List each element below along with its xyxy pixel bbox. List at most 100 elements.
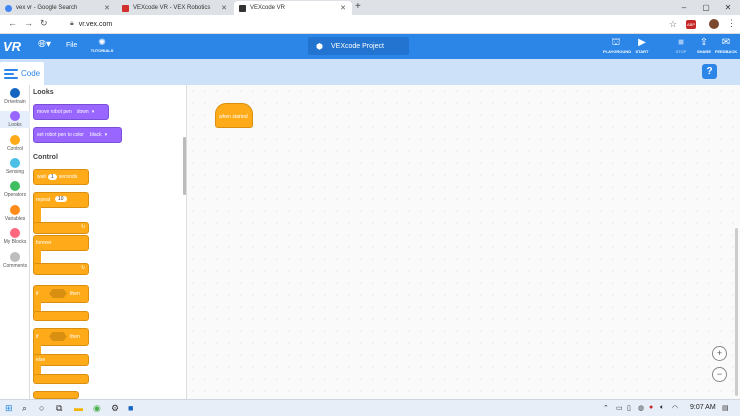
- block-label: else: [36, 357, 46, 363]
- move-robot-pen-block[interactable]: move robot pen down ▾: [33, 104, 109, 120]
- close-icon[interactable]: ✕: [340, 4, 346, 12]
- tab-google-search[interactable]: vex vr - Google Search ✕: [0, 1, 116, 15]
- hexagon-icon: ⬢: [316, 41, 323, 51]
- playground-label: PLAYGROUND: [603, 49, 632, 54]
- zoom-out-button[interactable]: −: [712, 367, 727, 382]
- tab-title: VEXcode VR: [250, 5, 286, 11]
- wait-block[interactable]: wait 1 seconds: [33, 169, 89, 185]
- notes-icon[interactable]: ▭: [616, 404, 623, 412]
- condition-slot[interactable]: [49, 289, 67, 298]
- tutorials-label: TUTORIALS: [90, 48, 114, 53]
- control-dot-icon: [10, 135, 20, 145]
- wait-seconds-input[interactable]: 1: [47, 174, 57, 180]
- zoom-in-icon: +: [716, 348, 723, 358]
- clock[interactable]: 9:07 AM: [690, 404, 716, 411]
- playground-icon: ⛫: [611, 37, 621, 48]
- cortana-icon[interactable]: ○: [39, 403, 44, 413]
- task-view-icon[interactable]: ⧉: [56, 403, 62, 414]
- back-icon[interactable]: ←: [8, 18, 17, 28]
- feedback-button[interactable]: ✉ FEEDBACK: [714, 37, 738, 54]
- vr-logo: VR: [3, 39, 22, 54]
- notifications-icon[interactable]: ▤: [722, 404, 729, 412]
- repeat-count-input[interactable]: 10: [55, 196, 67, 202]
- close-icon[interactable]: ✕: [104, 4, 110, 12]
- tab-code[interactable]: Code: [0, 62, 44, 85]
- zoom-in-button[interactable]: +: [712, 346, 727, 361]
- category-drivetrain[interactable]: Drivetrain: [0, 88, 30, 105]
- set-pen-color-block[interactable]: set robot pen to color black ▾: [33, 127, 122, 143]
- palette-scrollbar[interactable]: [183, 137, 186, 195]
- category-operators[interactable]: Operators: [0, 181, 30, 198]
- new-tab-button[interactable]: +: [355, 1, 361, 12]
- chevron-up-icon[interactable]: ⌃: [603, 404, 609, 412]
- tab-vex-robotics[interactable]: VEXcode VR - VEX Robotics ✕: [117, 1, 233, 15]
- url-field[interactable]: 🔒︎ vr.vex.com: [66, 17, 686, 31]
- workspace-scrollbar[interactable]: [735, 228, 738, 396]
- app-header: VR 🌐︎▾ File ✺ TUTORIALS ⬢ VEXcode Projec…: [0, 34, 740, 59]
- pen-color-dropdown[interactable]: black: [90, 132, 102, 138]
- code-blocks-icon: [4, 68, 18, 79]
- project-name-field[interactable]: ⬢ VEXcode Project: [308, 37, 409, 55]
- avatar[interactable]: [709, 19, 719, 29]
- settings-gear-icon[interactable]: ⚙: [111, 403, 119, 414]
- tab-vexcode-vr[interactable]: VEXcode VR ✕: [234, 1, 352, 15]
- loop-arrow-icon: ↻: [81, 224, 86, 230]
- condition-slot[interactable]: [49, 332, 67, 341]
- volume-icon[interactable]: 🔈︎: [660, 404, 664, 412]
- lock-icon: 🔒︎: [70, 20, 74, 27]
- file-menu[interactable]: File: [66, 42, 77, 49]
- close-window-button[interactable]: ✕: [714, 0, 740, 15]
- forever-block[interactable]: forever ↻: [33, 235, 89, 275]
- category-label: Operators: [3, 192, 27, 198]
- operators-dot-icon: [10, 181, 20, 191]
- chrome-icon[interactable]: ◉: [93, 403, 101, 414]
- battery-icon[interactable]: ▯: [627, 404, 631, 412]
- playground-button[interactable]: ⛫ PLAYGROUND: [603, 37, 632, 54]
- reload-icon[interactable]: ↻: [40, 18, 48, 29]
- editor-toolbar: Code ?: [0, 59, 740, 85]
- forward-icon[interactable]: →: [24, 18, 33, 28]
- when-started-block[interactable]: when started: [215, 103, 253, 128]
- category-comments[interactable]: Comments: [0, 252, 30, 269]
- if-then-block[interactable]: if then: [33, 285, 89, 321]
- stop-button[interactable]: ■ STOP: [672, 37, 690, 54]
- variables-dot-icon: [10, 205, 20, 215]
- block-label: forever: [36, 240, 52, 246]
- app-icon[interactable]: ■: [128, 403, 133, 413]
- code-workspace[interactable]: [187, 85, 740, 399]
- network-icon[interactable]: ◍: [638, 404, 644, 412]
- tab-title: vex vr - Google Search: [16, 5, 78, 11]
- category-label: Drivetrain: [4, 99, 26, 105]
- adblock-extension-icon[interactable]: ABP: [686, 20, 696, 29]
- globe-icon[interactable]: 🌐︎▾: [38, 39, 51, 50]
- menu-icon[interactable]: ⋮: [727, 18, 736, 29]
- block-label: wait: [37, 174, 46, 180]
- category-label: Variables: [4, 216, 26, 222]
- star-icon[interactable]: ☆: [669, 19, 677, 30]
- zoom-out-icon: −: [716, 369, 723, 379]
- category-variables[interactable]: Variables: [0, 205, 30, 222]
- tutorials-button[interactable]: ✺ TUTORIALS: [89, 37, 115, 53]
- share-button[interactable]: ⇪ SHARE: [695, 37, 713, 54]
- help-button[interactable]: ?: [702, 64, 717, 79]
- category-looks[interactable]: Looks: [0, 111, 30, 128]
- google-icon: [5, 4, 12, 12]
- partial-block[interactable]: [33, 391, 79, 399]
- close-icon[interactable]: ✕: [221, 4, 227, 12]
- category-my-blocks[interactable]: My Blocks: [0, 228, 30, 245]
- windows-start-icon[interactable]: ⊞: [5, 403, 13, 414]
- wifi-icon[interactable]: ◠: [672, 404, 678, 412]
- file-explorer-icon[interactable]: ▬: [74, 403, 83, 413]
- vex-icon: [122, 4, 129, 12]
- if-else-block[interactable]: if then else: [33, 328, 89, 388]
- security-icon[interactable]: ●: [649, 404, 653, 411]
- search-icon[interactable]: ⌕: [22, 403, 27, 414]
- start-button[interactable]: ▶ START: [632, 37, 652, 54]
- repeat-block[interactable]: repeat 10 ↻: [33, 192, 89, 234]
- category-sensing[interactable]: Sensing: [0, 158, 30, 175]
- block-label: then: [70, 334, 80, 340]
- category-label: Looks: [8, 122, 22, 128]
- pen-direction-dropdown[interactable]: down: [77, 109, 89, 115]
- category-control[interactable]: Control: [0, 135, 30, 152]
- browser-tab-strip: vex vr - Google Search ✕ VEXcode VR - VE…: [0, 0, 740, 15]
